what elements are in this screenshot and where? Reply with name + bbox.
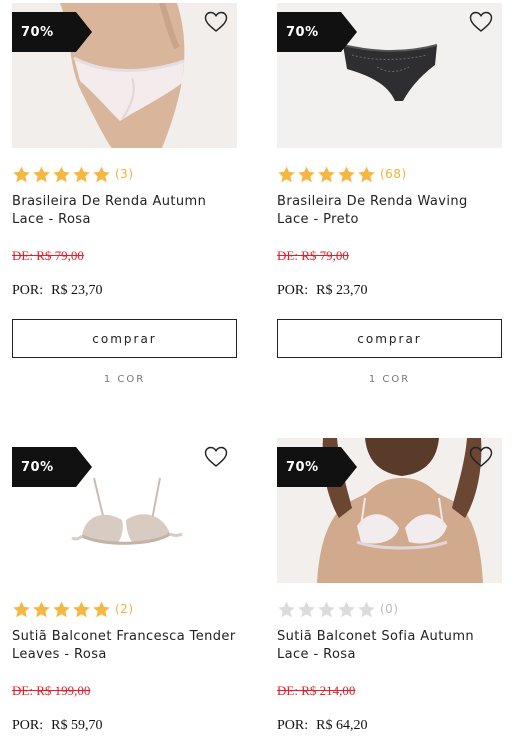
- star-icon: [278, 166, 295, 182]
- product-image[interactable]: 70%: [277, 3, 502, 148]
- star-icon: [73, 166, 90, 182]
- review-count[interactable]: (68): [380, 167, 407, 181]
- product-name[interactable]: Brasileira De Renda Waving Lace - Preto: [277, 193, 502, 229]
- star-icon: [318, 601, 335, 617]
- review-count[interactable]: (0): [380, 602, 399, 616]
- discount-badge: 70%: [277, 12, 357, 52]
- wishlist-heart-icon[interactable]: [469, 446, 493, 468]
- product-name[interactable]: Brasileira De Renda Autumn Lace - Rosa: [12, 193, 237, 229]
- star-icon: [338, 166, 355, 182]
- product-image[interactable]: 70%: [277, 438, 502, 583]
- price-prefix: POR:: [277, 283, 309, 298]
- sale-price: R$ 64,20: [316, 718, 368, 733]
- star-icon: [93, 601, 110, 617]
- price-prefix: POR:: [12, 718, 44, 733]
- star-rating: (68): [277, 164, 407, 184]
- buy-button[interactable]: comprar: [12, 319, 237, 358]
- wishlist-heart-icon[interactable]: [204, 11, 228, 33]
- wishlist-heart-icon[interactable]: [469, 11, 493, 33]
- price-prefix: POR:: [277, 718, 309, 733]
- star-rating: (3): [12, 164, 134, 184]
- wishlist-heart-icon[interactable]: [204, 446, 228, 468]
- color-count[interactable]: 1 COR: [277, 374, 502, 385]
- star-icon: [33, 166, 50, 182]
- product-grid: 70% (3) Brasileira De Renda Autumn Lace …: [0, 0, 516, 746]
- review-count[interactable]: (2): [115, 602, 134, 616]
- star-icon: [13, 601, 30, 617]
- discount-badge: 70%: [12, 12, 92, 52]
- sale-price: R$ 23,70: [51, 283, 103, 298]
- star-icon: [13, 166, 30, 182]
- discount-badge: 70%: [277, 447, 357, 487]
- star-icon: [33, 601, 50, 617]
- sale-price: R$ 23,70: [316, 283, 368, 298]
- original-price: DE: R$ 79,00: [12, 248, 84, 263]
- product-name[interactable]: Sutiã Balconet Francesca Tender Leaves -…: [12, 628, 237, 664]
- star-icon: [278, 601, 295, 617]
- product-name[interactable]: Sutiã Balconet Sofia Autumn Lace - Rosa: [277, 628, 502, 664]
- product-card: 70% (3) Brasileira De Renda Autumn Lace …: [12, 3, 237, 385]
- original-price: DE: R$ 79,00: [277, 248, 349, 263]
- star-icon: [298, 601, 315, 617]
- product-image[interactable]: 70%: [12, 3, 237, 148]
- star-icon: [53, 166, 70, 182]
- original-price: DE: R$ 199,00: [12, 683, 91, 698]
- star-rating: (0): [277, 599, 399, 619]
- product-card: 70% (0) Sutiã Balconet Sofia Autumn Lace…: [277, 438, 502, 733]
- star-icon: [358, 166, 375, 182]
- discount-badge: 70%: [12, 447, 92, 487]
- product-card: 70% (68) Brasileira De Renda Waving Lace…: [277, 3, 502, 385]
- price-prefix: POR:: [12, 283, 44, 298]
- sale-price-row: POR: R$ 23,70: [12, 283, 102, 299]
- sale-price-row: POR: R$ 23,70: [277, 283, 367, 299]
- star-icon: [298, 166, 315, 182]
- star-icon: [53, 601, 70, 617]
- original-price: DE: R$ 214,00: [277, 683, 356, 698]
- product-image[interactable]: 70%: [12, 438, 237, 583]
- star-rating: (2): [12, 599, 134, 619]
- sale-price-row: POR: R$ 64,20: [277, 718, 367, 734]
- star-icon: [93, 166, 110, 182]
- color-count[interactable]: 1 COR: [12, 374, 237, 385]
- sale-price-row: POR: R$ 59,70: [12, 718, 102, 734]
- product-card: 70% (2) Sutiã Balconet Francesca Tender …: [12, 438, 237, 733]
- buy-button[interactable]: comprar: [277, 319, 502, 358]
- star-icon: [338, 601, 355, 617]
- sale-price: R$ 59,70: [51, 718, 103, 733]
- star-icon: [358, 601, 375, 617]
- star-icon: [318, 166, 335, 182]
- star-icon: [73, 601, 90, 617]
- review-count[interactable]: (3): [115, 167, 134, 181]
